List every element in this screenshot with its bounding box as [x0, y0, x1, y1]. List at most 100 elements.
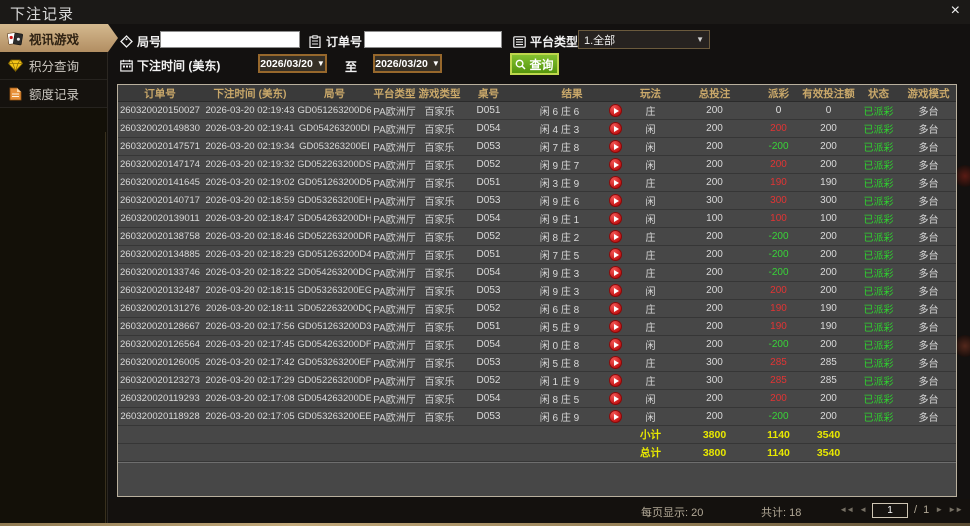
bet-type: 闲	[645, 395, 656, 406]
round-number-input[interactable]	[160, 31, 300, 48]
column-header: 总投注	[698, 87, 731, 100]
total-bet: 100	[706, 213, 723, 224]
valid-bet: 200	[820, 141, 837, 152]
play-video-icon[interactable]	[608, 338, 622, 351]
table-row[interactable]: 260320020126564 2026-03-20 02:17:45 GD0542…	[118, 336, 956, 354]
play-video-icon[interactable]	[608, 374, 622, 387]
play-video-icon[interactable]	[608, 248, 622, 261]
valid-bet: 0	[825, 105, 832, 116]
result-score: 闲 9 庄 7	[539, 161, 580, 172]
play-video-icon[interactable]	[608, 320, 622, 333]
date-to-picker[interactable]: 2026/03/20 ▼	[373, 54, 442, 73]
play-video-icon[interactable]	[608, 158, 622, 171]
chevron-down-icon: ▼	[696, 35, 704, 44]
table-row[interactable]: 260320020131276 2026-03-20 02:18:11 GD0522…	[118, 300, 956, 318]
play-video-icon[interactable]	[608, 356, 622, 369]
play-video-icon[interactable]	[608, 392, 622, 405]
table-row[interactable]: 260320020132487 2026-03-20 02:18:15 GD0532…	[118, 282, 956, 300]
total-spacer	[118, 444, 628, 461]
total-bet: 200	[706, 159, 723, 170]
play-video-icon[interactable]	[608, 284, 622, 297]
table-row[interactable]: 260320020138758 2026-03-20 02:18:46 GD0522…	[118, 228, 956, 246]
order-id: 260320020150027	[119, 105, 201, 116]
table-row[interactable]: 260320020139011 2026-03-20 02:18:47 GD0542…	[118, 210, 956, 228]
play-video-icon[interactable]	[608, 140, 622, 153]
date-from-picker[interactable]: 2026/03/20 ▼	[258, 54, 327, 73]
table-row[interactable]: 260320020150027 2026-03-20 02:19:43 GD0512…	[118, 102, 956, 120]
table-row[interactable]: 260320020128667 2026-03-20 02:17:56 GD0512…	[118, 318, 956, 336]
bet-type: 闲	[645, 143, 656, 154]
play-video-icon[interactable]	[608, 194, 622, 207]
sidebar-item-quota-records[interactable]: 额度记录	[0, 80, 107, 108]
play-video-icon[interactable]	[608, 302, 622, 315]
play-video-icon[interactable]	[608, 104, 622, 117]
page-number-input[interactable]	[872, 502, 909, 518]
play-video-icon[interactable]	[608, 410, 622, 423]
column-header: 游戏模式	[907, 87, 950, 100]
result-score: 闲 9 庄 3	[539, 287, 580, 298]
game-type: 百家乐	[424, 287, 455, 298]
play-video-icon[interactable]	[608, 176, 622, 189]
bet-type: 庄	[645, 269, 656, 280]
total-bet: 200	[706, 285, 723, 296]
table-row[interactable]: 260320020140717 2026-03-20 02:18:59 GD0532…	[118, 192, 956, 210]
total-spacer	[856, 444, 901, 461]
table-row[interactable]: 260320020147571 2026-03-20 02:19:34 GD0532…	[118, 138, 956, 156]
round-id: GD053263200EG	[298, 285, 371, 296]
bet-time: 2026-03-20 02:17:45	[205, 339, 295, 350]
sidebar-item-video-games[interactable]: 视讯游戏	[0, 24, 118, 52]
next-page-icon[interactable]: ►	[935, 502, 943, 518]
table-number: D054	[476, 393, 501, 404]
platform-type: PA欧洲厅	[373, 215, 416, 226]
payout: 0	[775, 105, 782, 116]
table-number: D054	[476, 267, 501, 278]
platform-type: PA欧洲厅	[373, 251, 416, 262]
search-button[interactable]: 查询	[510, 53, 559, 75]
valid-bet: 100	[820, 213, 837, 224]
bet-type: 庄	[645, 179, 656, 190]
round-id: GD054263200DE	[298, 393, 371, 404]
column-header: 结果	[561, 87, 583, 100]
table-row[interactable]: 260320020141645 2026-03-20 02:19:02 GD0512…	[118, 174, 956, 192]
total-bet: 200	[706, 267, 723, 278]
prev-page-icon[interactable]: ◄	[859, 502, 867, 518]
first-page-icon[interactable]: ◄◄	[839, 502, 854, 518]
last-page-icon[interactable]: ►►	[948, 502, 963, 518]
platform-type: PA欧洲厅	[373, 377, 416, 388]
sidebar-item-points-query[interactable]: 积分查询	[0, 52, 107, 80]
play-video-icon[interactable]	[608, 122, 622, 135]
order-id: 260320020147571	[119, 141, 201, 152]
close-icon[interactable]: ×	[951, 2, 960, 20]
table-row[interactable]: 260320020118928 2026-03-20 02:17:05 GD0532…	[118, 408, 956, 426]
date-from-value: 2026/03/20	[260, 57, 313, 70]
table-row[interactable]: 260320020149830 2026-03-20 02:19:41 GD0542…	[118, 120, 956, 138]
table-row[interactable]: 260320020147174 2026-03-20 02:19:32 GD0522…	[118, 156, 956, 174]
platform-type: PA欧洲厅	[373, 179, 416, 190]
status: 已派彩	[863, 287, 894, 298]
play-video-icon[interactable]	[608, 230, 622, 243]
table-number: D053	[476, 411, 501, 422]
table-row[interactable]: 260320020119293 2026-03-20 02:17:08 GD0542…	[118, 390, 956, 408]
platform-select[interactable]: 1.全部 ▼	[578, 30, 710, 49]
table-row[interactable]: 260320020126005 2026-03-20 02:17:42 GD0532…	[118, 354, 956, 372]
play-video-icon[interactable]	[608, 212, 622, 225]
platform-type: PA欧洲厅	[373, 305, 416, 316]
bet-time: 2026-03-20 02:17:08	[205, 393, 295, 404]
round-id: GD052263200DQ	[298, 303, 371, 314]
game-result: 闲 8 庄 2	[516, 228, 628, 245]
game-mode: 多台	[918, 323, 939, 334]
document-icon	[7, 86, 23, 101]
subtotal-spacer	[856, 426, 901, 443]
table-row[interactable]: 260320020133746 2026-03-20 02:18:22 GD0542…	[118, 264, 956, 282]
total-bet: 200	[706, 411, 723, 422]
table-row[interactable]: 260320020134885 2026-03-20 02:18:29 GD0512…	[118, 246, 956, 264]
payout: 190	[770, 303, 787, 314]
play-video-icon[interactable]	[608, 266, 622, 279]
order-number-input[interactable]	[364, 31, 502, 48]
column-header: 下注时间 (美东)	[213, 87, 287, 100]
payout: -200	[768, 411, 789, 422]
result-score: 闲 5 庄 9	[539, 323, 580, 334]
game-result: 闲 4 庄 3	[516, 120, 628, 137]
status: 已派彩	[863, 305, 894, 316]
table-row[interactable]: 260320020123273 2026-03-20 02:17:29 GD0522…	[118, 372, 956, 390]
